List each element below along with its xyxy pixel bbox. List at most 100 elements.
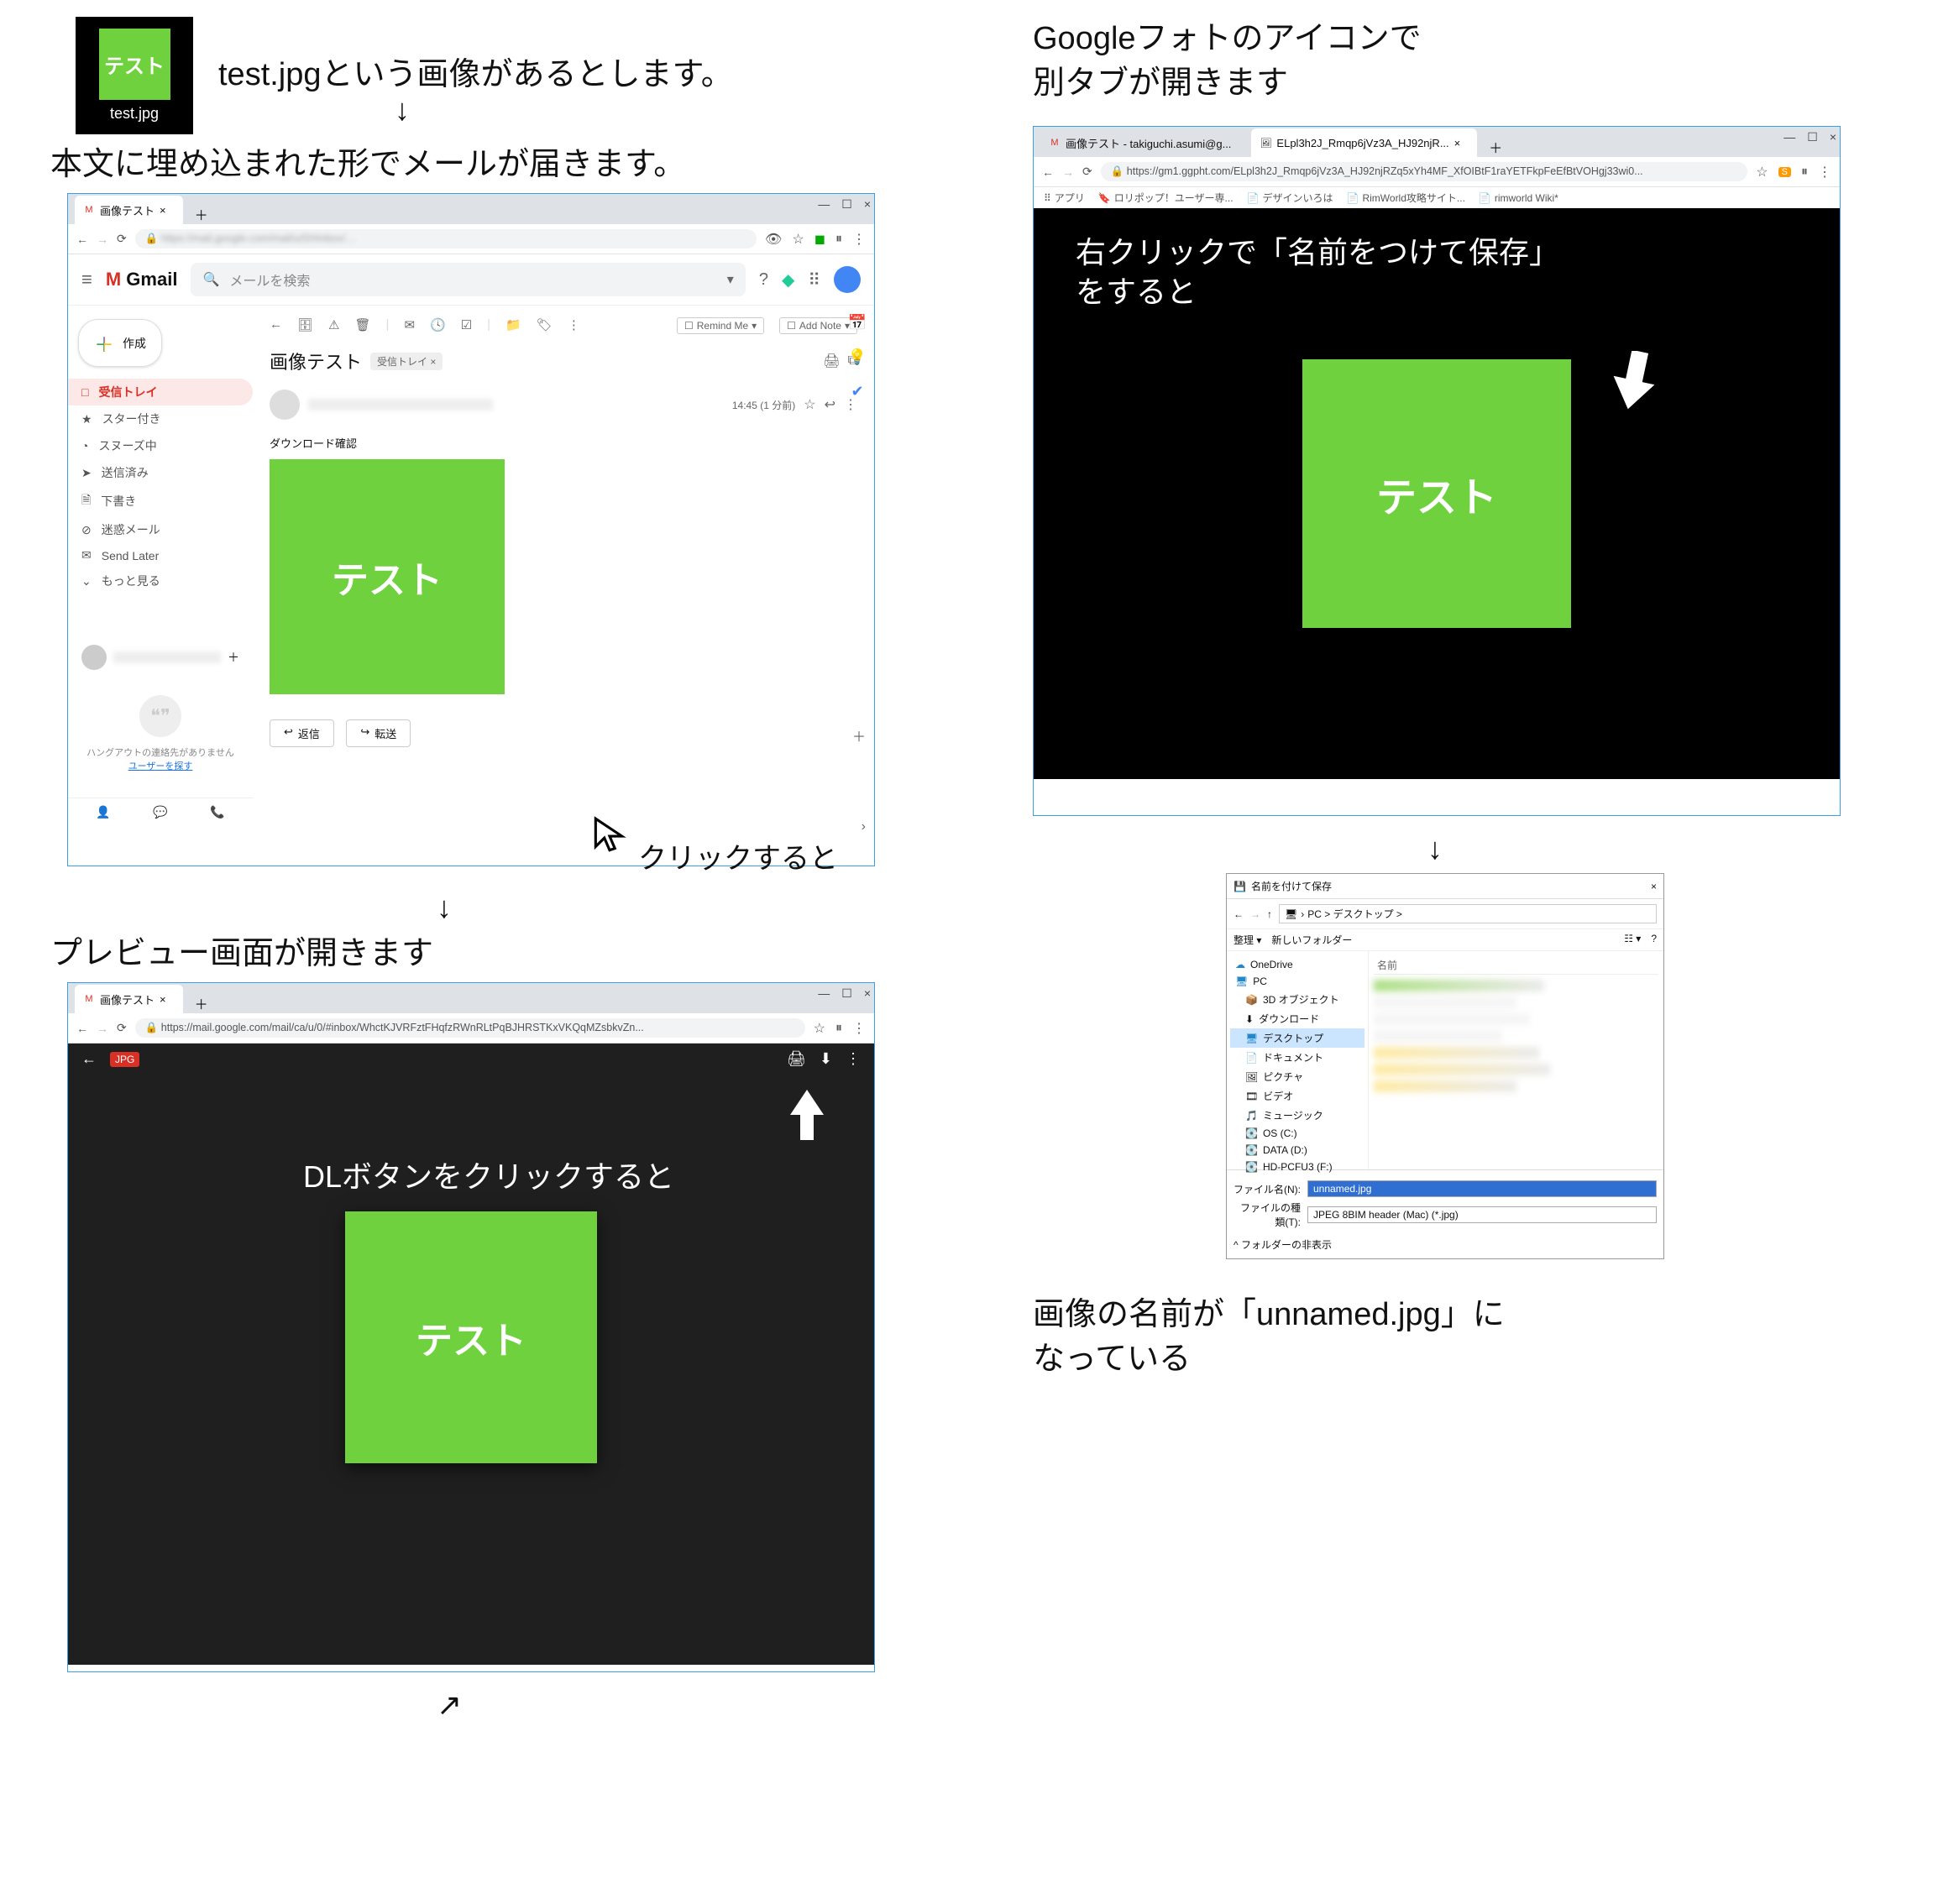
remind-button[interactable]: ☐ Remind Me ▾ <box>677 317 764 334</box>
ext-pause-icon[interactable]: ⏸ <box>835 1021 842 1036</box>
bookmark-item[interactable]: 📄 RimWorld攻略サイト... <box>1347 191 1465 205</box>
hangout-person-icon[interactable]: 👤 <box>96 805 110 819</box>
window-minimize-icon[interactable]: — <box>818 986 830 1001</box>
nav-videos[interactable]: 🎞ビデオ <box>1230 1086 1364 1106</box>
nav-back-icon[interactable]: ← <box>76 1022 88 1035</box>
ext-orange-icon[interactable]: S <box>1778 167 1791 177</box>
bookmark-item[interactable]: 📄 デザインいろは <box>1247 191 1333 205</box>
window-close-icon[interactable]: × <box>864 197 871 212</box>
side-collapse-icon[interactable]: › <box>862 819 866 834</box>
nav-downloads[interactable]: ⬇ダウンロード <box>1230 1009 1364 1028</box>
nav-forward-icon[interactable]: → <box>1062 165 1074 179</box>
more-icon[interactable]: ⋮ <box>568 317 580 334</box>
hide-folders-toggle[interactable]: ^ フォルダーの非表示 <box>1234 1239 1332 1251</box>
window-maximize-icon[interactable]: ☐ <box>1807 130 1818 144</box>
nav-forward-icon[interactable]: → <box>1250 908 1260 920</box>
nav-pc[interactable]: 🖥PC <box>1230 973 1364 990</box>
archive-icon[interactable]: 🗄 <box>297 317 313 334</box>
sidebar-item-sent[interactable]: ➤送信済み <box>68 459 253 486</box>
sidebar-item-starred[interactable]: ★スター付き <box>68 405 253 432</box>
nav-forward-icon[interactable]: → <box>97 1022 108 1035</box>
window-minimize-icon[interactable]: — <box>818 197 830 212</box>
bookmark-item[interactable]: 🔖 ロリポップ！ユーザー専... <box>1098 191 1234 205</box>
bookmark-item[interactable]: 📄 rimworld Wiki* <box>1479 192 1558 204</box>
new-tab-button[interactable]: ＋ <box>186 993 217 1013</box>
browser-menu-icon[interactable]: ⋮ <box>852 231 866 248</box>
nav-reload-icon[interactable]: ⟳ <box>117 232 127 246</box>
inbox-badge[interactable]: 受信トレイ × <box>370 353 443 370</box>
green-app-icon[interactable]: ◆ <box>782 269 794 290</box>
apps-shortcut[interactable]: ⠿ アプリ <box>1044 191 1085 205</box>
calendar-addon-icon[interactable]: 📅 <box>848 314 867 332</box>
raw-image[interactable]: テスト <box>1302 359 1571 628</box>
nav-os[interactable]: 💽OS (C:) <box>1230 1125 1364 1142</box>
preview-back-icon[interactable]: ← <box>81 1050 97 1068</box>
help-icon[interactable]: ? <box>759 270 768 290</box>
hangout-link[interactable]: ユーザーを探す <box>128 761 193 772</box>
preview-print-icon[interactable]: 🖨 <box>787 1050 806 1068</box>
sidebar-item-inbox[interactable]: □受信トレイ <box>68 379 253 405</box>
markunread-icon[interactable]: ✉ <box>404 317 415 334</box>
nav-desktop[interactable]: 🖥デスクトップ <box>1230 1028 1364 1048</box>
sidebar-item-drafts[interactable]: 🗎下書き <box>68 486 253 516</box>
new-folder-button[interactable]: 新しいフォルダー <box>1271 933 1352 947</box>
back-icon[interactable]: ← <box>270 317 282 334</box>
file-list[interactable]: 名前 <box>1369 951 1663 1169</box>
compose-button[interactable]: ＋作成 <box>78 319 162 367</box>
forward-button[interactable]: ↪ 転送 <box>346 719 411 747</box>
preview-download-icon[interactable]: ⬇ <box>820 1050 832 1068</box>
address-bar[interactable]: 🔒 https://mail.google.com/mail/ca/u/0/#i… <box>135 1018 805 1038</box>
ext-star-icon[interactable]: ☆ <box>1756 164 1768 180</box>
window-minimize-icon[interactable]: — <box>1783 130 1795 144</box>
window-close-icon[interactable]: × <box>864 986 871 1001</box>
window-close-icon[interactable]: × <box>1830 130 1836 144</box>
nav-3d[interactable]: 📦3D オブジェクト <box>1230 990 1364 1009</box>
nav-data[interactable]: 💽DATA (D:) <box>1230 1142 1364 1159</box>
nav-back-icon[interactable]: ← <box>1234 908 1244 920</box>
browser-tab[interactable]: M画像テスト× <box>75 985 183 1013</box>
hamburger-icon[interactable]: ≡ <box>81 269 92 290</box>
ext-eye-icon[interactable]: 👁 <box>765 231 782 248</box>
new-tab-button[interactable]: ＋ <box>1480 137 1511 157</box>
organize-menu[interactable]: 整理 ▾ <box>1234 933 1261 947</box>
nav-pictures[interactable]: 🖼ピクチャ <box>1230 1067 1364 1086</box>
browser-menu-icon[interactable]: ⋮ <box>1818 164 1831 180</box>
tab-close-icon[interactable]: × <box>1454 137 1461 149</box>
path-breadcrumb[interactable]: 🖥 › PC > デスクトップ > <box>1279 904 1657 923</box>
search-options-icon[interactable]: ▾ <box>727 271 734 288</box>
sidebar-item-spam[interactable]: ⊘迷惑メール <box>68 516 253 543</box>
nav-hd[interactable]: 💽HD-PCFU3 (F:) <box>1230 1159 1364 1175</box>
ext-star-icon[interactable]: ☆ <box>792 231 804 248</box>
window-maximize-icon[interactable]: ☐ <box>841 197 852 212</box>
label-icon[interactable]: 🏷 <box>537 317 553 334</box>
reply-button[interactable]: ↩ 返信 <box>270 719 334 747</box>
print-icon[interactable]: 🖨 <box>823 353 840 369</box>
sidebar-item-more[interactable]: ⌄もっと見る <box>68 568 253 594</box>
ext-green-icon[interactable]: ◼ <box>814 231 825 248</box>
nav-reload-icon[interactable]: ⟳ <box>117 1021 127 1035</box>
snooze-icon[interactable]: 🕓 <box>430 317 446 334</box>
star-toggle-icon[interactable]: ☆ <box>804 396 815 413</box>
tab-close-icon[interactable]: × <box>160 204 166 217</box>
sidebar-item-snoozed[interactable]: ◔スヌーズ中 <box>68 432 253 459</box>
ext-pause-icon[interactable]: ⏸ <box>835 232 842 247</box>
nav-onedrive[interactable]: ☁OneDrive <box>1230 956 1364 973</box>
reply-icon[interactable]: ↩ <box>825 396 835 413</box>
preview-more-icon[interactable]: ⋮ <box>846 1050 861 1068</box>
dialog-close-icon[interactable]: × <box>1651 881 1657 892</box>
move-icon[interactable]: 📁 <box>505 317 521 334</box>
nav-reload-icon[interactable]: ⟳ <box>1082 165 1092 179</box>
view-icon[interactable]: ☷ ▾ <box>1624 933 1641 947</box>
new-tab-button[interactable]: ＋ <box>186 204 217 224</box>
address-bar[interactable]: 🔒 https://mail.google.com/mail/u/0/#inbo… <box>135 229 757 248</box>
hangout-phone-icon[interactable]: 📞 <box>210 805 224 819</box>
nav-music[interactable]: 🎵ミュージック <box>1230 1106 1364 1125</box>
account-avatar[interactable] <box>834 266 861 293</box>
keep-addon-icon[interactable]: 💡 <box>848 348 867 366</box>
search-input[interactable]: メールを検索 <box>229 269 310 290</box>
embedded-image[interactable]: テスト <box>270 459 505 694</box>
ext-star-icon[interactable]: ☆ <box>814 1020 825 1037</box>
filename-input[interactable]: unnamed.jpg <box>1307 1180 1657 1197</box>
sidebar-item-sendlater[interactable]: ✉Send Later <box>68 543 253 568</box>
hangout-chat-icon[interactable]: 💬 <box>153 805 167 819</box>
